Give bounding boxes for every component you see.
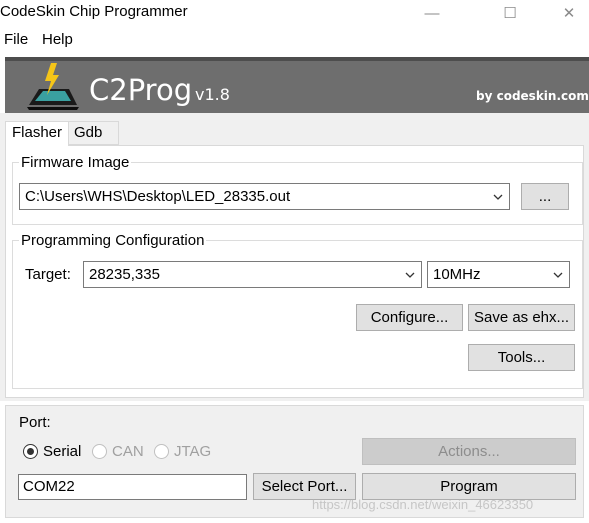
target-label: Target:: [25, 266, 71, 283]
select-port-button[interactable]: Select Port...: [253, 473, 356, 500]
tab-flasher[interactable]: Flasher: [5, 121, 70, 146]
chevron-down-icon: [493, 194, 503, 200]
radio-jtag-label: JTAG: [174, 443, 212, 460]
actions-button[interactable]: Actions...: [362, 438, 576, 465]
banner-byline: by codeskin.com: [476, 89, 589, 103]
title-bar: CodeSkin Chip Programmer — ☐ ✕: [0, 0, 589, 26]
port-input[interactable]: COM22: [18, 474, 247, 500]
app-name: C2Prog: [89, 73, 193, 107]
radio-serial-label: Serial: [43, 443, 82, 460]
clock-value: 10MHz: [433, 266, 481, 283]
radio-can[interactable]: CAN: [92, 443, 144, 460]
menu-help[interactable]: Help: [42, 31, 73, 48]
save-ehx-button[interactable]: Save as ehx...: [468, 304, 575, 331]
port-label: Port:: [19, 414, 51, 431]
radio-can-indicator: [92, 444, 107, 459]
clock-select[interactable]: 10MHz: [427, 261, 570, 288]
firmware-path-select[interactable]: C:\Users\WHS\Desktop\LED_28335.out: [19, 183, 510, 210]
chevron-down-icon: [553, 272, 563, 278]
lightning-chip-icon: [27, 63, 79, 110]
tab-gdb[interactable]: Gdb: [67, 121, 119, 145]
tools-button[interactable]: Tools...: [468, 344, 575, 371]
target-value: 28235,335: [89, 266, 160, 283]
radio-jtag-indicator: [154, 444, 169, 459]
watermark: https://blog.csdn.net/weixin_46623350: [312, 497, 534, 512]
minimize-button[interactable]: —: [409, 0, 455, 26]
minimize-icon: —: [424, 4, 440, 22]
menu-bar: File Help: [0, 28, 589, 52]
configure-button[interactable]: Configure...: [356, 304, 463, 331]
menu-file[interactable]: File: [4, 31, 28, 48]
radio-jtag[interactable]: JTAG: [154, 443, 211, 460]
program-button[interactable]: Program: [362, 473, 576, 500]
close-icon: ✕: [562, 5, 576, 22]
app-banner: C2Prog v1.8 by codeskin.com: [5, 57, 589, 113]
firmware-group-label: Firmware Image: [19, 154, 132, 171]
radio-serial-indicator: [23, 444, 38, 459]
app-version: v1.8: [195, 85, 230, 104]
radio-serial[interactable]: Serial: [23, 443, 81, 460]
maximize-button[interactable]: ☐: [487, 0, 533, 26]
programming-group-label: Programming Configuration: [19, 232, 207, 249]
window-title: CodeSkin Chip Programmer: [0, 3, 188, 20]
firmware-path-value: C:\Users\WHS\Desktop\LED_28335.out: [25, 188, 291, 205]
radio-can-label: CAN: [112, 443, 144, 460]
maximize-icon: ☐: [503, 5, 517, 22]
target-select[interactable]: 28235,335: [83, 261, 422, 288]
chevron-down-icon: [405, 272, 415, 278]
close-button[interactable]: ✕: [546, 0, 589, 26]
browse-button[interactable]: ...: [521, 183, 569, 210]
